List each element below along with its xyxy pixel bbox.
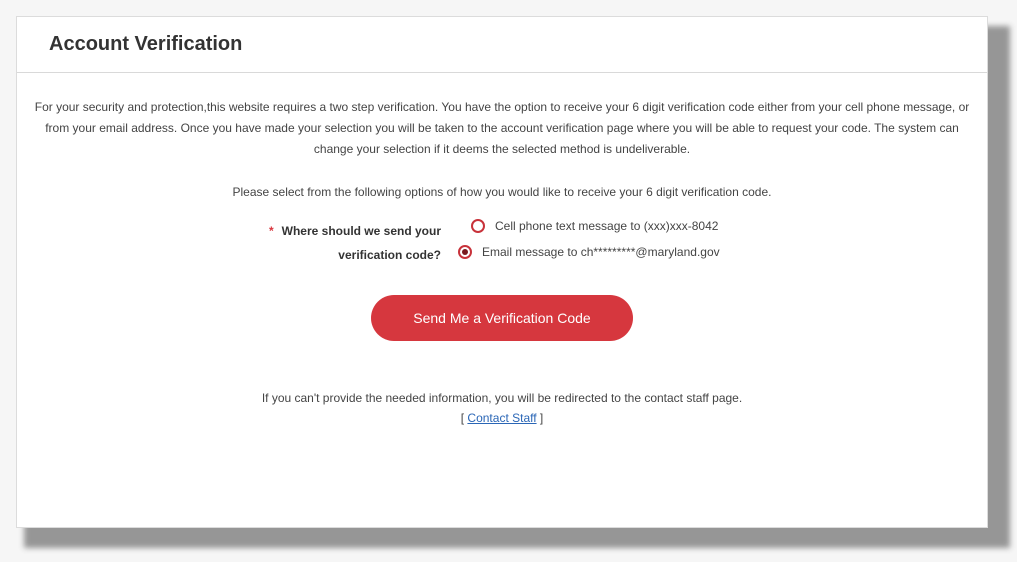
required-marker: * [268,224,274,238]
contact-staff-line: [ Contact Staff ] [31,411,973,425]
cell-phone-option-label: Cell phone text message to (xxx)xxx-8042 [495,219,719,233]
email-option-label: Email message to ch*********@maryland.go… [482,245,720,259]
cell-phone-radio[interactable] [471,219,485,233]
contact-open-bracket: [ [460,411,465,425]
card-header: Account Verification [17,17,987,73]
delivery-method-group: * Where should we send your verification … [31,219,973,275]
contact-staff-link[interactable]: Contact Staff [467,411,536,425]
send-button-wrap: Send Me a Verification Code [31,295,973,341]
delivery-question: * Where should we send your verification … [229,219,441,267]
email-option[interactable]: Email message to ch*********@maryland.go… [458,245,720,259]
selection-prompt: Please select from the following options… [232,185,772,199]
intro-text: For your security and protection,this we… [34,100,970,156]
email-radio[interactable] [458,245,472,259]
contact-close-bracket: ] [539,411,544,425]
send-verification-code-button[interactable]: Send Me a Verification Code [371,295,633,341]
redirect-note: If you can't provide the needed informat… [261,391,743,405]
verification-card: Account Verification For your security a… [16,16,988,528]
card-body: For your security and protection,this we… [17,97,987,425]
page-title: Account Verification [49,33,243,55]
delivery-question-label: Where should we send your verification c… [281,224,441,262]
cell-phone-option[interactable]: Cell phone text message to (xxx)xxx-8042 [471,219,718,233]
page: Account Verification For your security a… [0,0,1017,562]
